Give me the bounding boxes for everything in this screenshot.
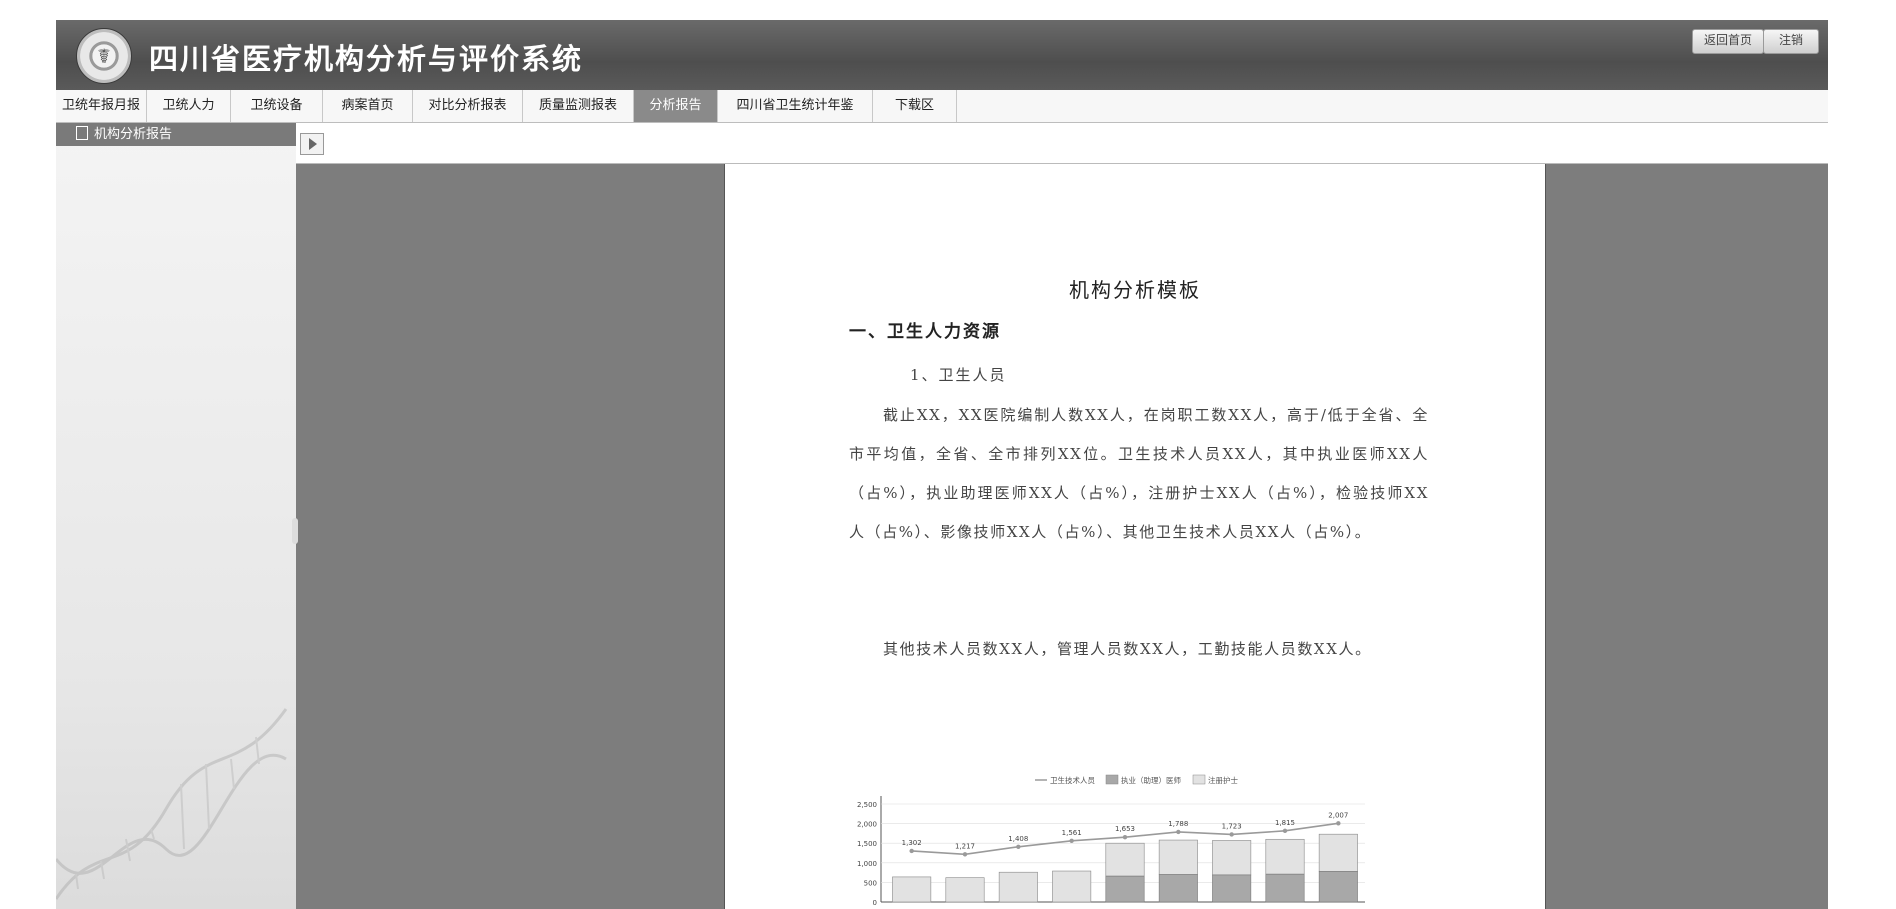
- bar-doctors: [1265, 873, 1305, 903]
- y-tick-label: 2,000: [857, 821, 877, 829]
- bar-nurses: [945, 877, 985, 903]
- tab-case-homepage[interactable]: 病案首页: [323, 90, 413, 122]
- y-tick-label: 500: [864, 879, 877, 887]
- paragraph: 截止XX，XX医院编制人数XX人，在岗职工数XX人，高于/低于全省、全市平均值，…: [849, 406, 1429, 541]
- report-viewer: 机构分析模板 一、卫生人力资源 1、卫生人员 截止XX，XX医院编制人数XX人，…: [292, 123, 1828, 909]
- tab-comparison-report[interactable]: 对比分析报表: [413, 90, 523, 122]
- legend-label: 执业（助理）医师: [1121, 775, 1181, 785]
- tab-quality-monitoring[interactable]: 质量监测报表: [523, 90, 634, 122]
- return-home-button[interactable]: 返回首页: [1692, 29, 1764, 54]
- app-header: ☤ 四川省医疗机构分析与评价系统 返回首页 注销: [56, 20, 1828, 90]
- bar-nurses: [892, 876, 932, 903]
- y-tick-label: 2,500: [857, 801, 877, 809]
- data-label: 1,561: [1062, 829, 1082, 837]
- data-label: 1,723: [1222, 822, 1242, 830]
- data-label: 1,302: [902, 839, 922, 847]
- staff-chart: 卫生技术人员 执业（助理）医师 注册护士 2,500 2,000 1,500 1,000 5…: [857, 774, 1365, 907]
- sidebar-item-institution-report[interactable]: 机构分析报告: [56, 123, 296, 146]
- tab-analysis-report[interactable]: 分析报告: [634, 90, 718, 122]
- legend-swatch: [1192, 774, 1206, 785]
- data-label: 1,408: [1008, 835, 1028, 843]
- line-point: [1176, 829, 1181, 835]
- subsection-heading: 1、卫生人员: [910, 366, 1007, 384]
- legend-label: 注册护士: [1208, 775, 1238, 785]
- data-label: 1,217: [955, 842, 975, 850]
- line-point: [1229, 832, 1234, 837]
- sidebar-collapse-handle[interactable]: [292, 518, 298, 544]
- tab-yearbook[interactable]: 四川省卫生统计年鉴: [718, 90, 873, 122]
- chart-legend: 卫生技术人员 执业（助理）医师 注册护士: [1035, 774, 1238, 785]
- data-label: 1,815: [1275, 819, 1295, 827]
- hospital-emblem-logo: ☤: [76, 28, 132, 84]
- tab-download[interactable]: 下载区: [873, 90, 957, 122]
- bar-nurses: [998, 871, 1038, 903]
- app-title: 四川省医疗机构分析与评价系统: [149, 42, 584, 76]
- caduceus-icon: ☤: [97, 44, 111, 68]
- bar-doctors: [1105, 875, 1145, 903]
- bar-doctors: [1318, 871, 1358, 903]
- logout-button[interactable]: 注销: [1763, 29, 1819, 54]
- y-tick-label: 0: [873, 899, 877, 907]
- bar-nurses: [1158, 839, 1198, 875]
- sidebar: 机构分析报告: [56, 123, 296, 909]
- bar-nurses: [1318, 833, 1358, 872]
- y-tick-label: 1,000: [857, 860, 877, 868]
- line-point: [1282, 828, 1288, 834]
- line-point: [1069, 838, 1074, 844]
- document-page: 机构分析模板 一、卫生人力资源 1、卫生人员 截止XX，XX医院编制人数XX人，…: [724, 164, 1546, 909]
- viewer-toolbar: [296, 123, 1828, 164]
- play-icon[interactable]: [300, 133, 324, 155]
- data-label: 1,788: [1168, 820, 1188, 828]
- y-tick-label: 1,500: [857, 840, 877, 848]
- line-point: [909, 848, 914, 854]
- tab-equipment-stats[interactable]: 卫统设备: [231, 90, 323, 122]
- bar-nurses: [1052, 870, 1092, 903]
- dna-helix-decoration: [56, 708, 288, 900]
- legend-label: 卫生技术人员: [1050, 775, 1095, 785]
- data-label: 1,653: [1115, 825, 1135, 833]
- bar-nurses: [1265, 838, 1305, 875]
- main-nav: 卫统年报月报 卫统人力 卫统设备 病案首页 对比分析报表 质量监测报表 分析报告…: [56, 90, 1828, 123]
- line-point: [962, 852, 968, 857]
- sidebar-item-label: 机构分析报告: [94, 127, 173, 142]
- section-heading: 一、卫生人力资源: [849, 322, 1001, 342]
- document-icon: [76, 126, 88, 140]
- line-point: [1016, 844, 1021, 850]
- data-label: 2,007: [1328, 811, 1348, 819]
- bar-nurses: [1212, 840, 1252, 876]
- bar-nurses: [1105, 842, 1145, 877]
- legend-swatch: [1105, 774, 1119, 785]
- tab-hr-stats[interactable]: 卫统人力: [147, 90, 231, 122]
- bar-doctors: [1158, 874, 1198, 903]
- paragraph: 其他技术人员数XX人，管理人员数XX人，工勤技能人员数XX人。: [883, 640, 1372, 658]
- document-title: 机构分析模板: [1069, 278, 1201, 302]
- tab-annual-monthly-report[interactable]: 卫统年报月报: [56, 90, 147, 122]
- bar-doctors: [1212, 874, 1252, 903]
- line-point: [1122, 835, 1128, 840]
- line-point: [1336, 821, 1341, 826]
